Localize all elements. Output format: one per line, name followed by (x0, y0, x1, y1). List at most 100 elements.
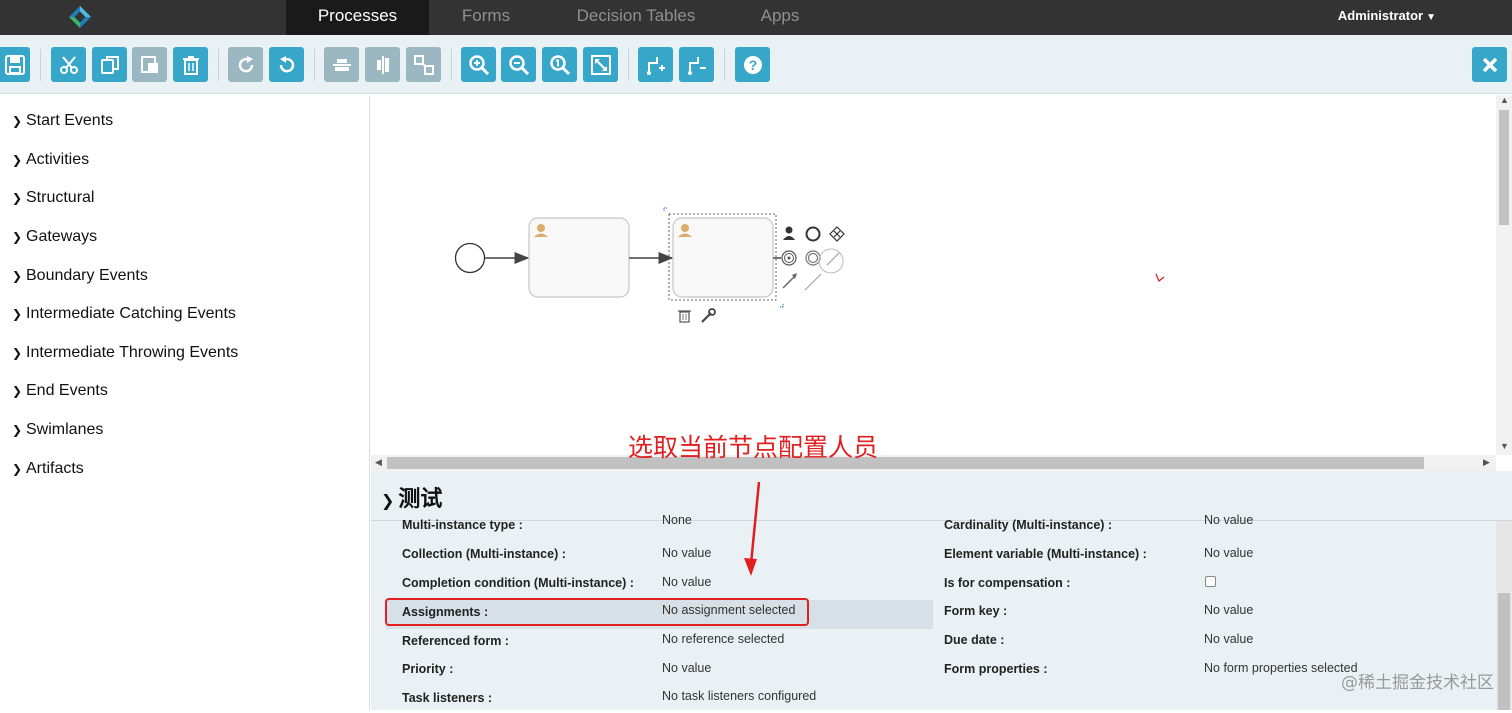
palette-group-boundary-events[interactable]: ❯ Boundary Events (12, 266, 148, 286)
scroll-down-icon[interactable]: ▼ (1500, 441, 1509, 451)
zoom-actual-button[interactable] (542, 47, 577, 82)
palette-group-activities[interactable]: ❯ Activities (12, 150, 89, 170)
property-value[interactable]: No value (1204, 513, 1253, 527)
redo-button[interactable] (228, 47, 263, 82)
close-editor-button[interactable] (1472, 47, 1507, 82)
quickmenu-association-icon[interactable] (804, 273, 822, 291)
annotation-arrow (744, 481, 761, 576)
resize-handle[interactable] (663, 207, 667, 211)
help-icon: ? (743, 55, 762, 74)
undo-button[interactable] (269, 47, 304, 82)
property-value[interactable]: No value (662, 546, 711, 560)
svg-text:?: ? (748, 57, 757, 73)
palette-group-start-events[interactable]: ❯ Start Events (12, 111, 113, 131)
property-value[interactable]: No reference selected (662, 632, 784, 646)
user-menu[interactable]: Administrator ▼ (1338, 0, 1436, 32)
align-horizontal-button[interactable] (324, 47, 359, 82)
remove-bendpoint-button[interactable] (679, 47, 714, 82)
resize-handle[interactable] (780, 304, 784, 308)
scroll-right-icon[interactable]: ▶ (1483, 457, 1490, 468)
property-value[interactable]: No value (1204, 546, 1253, 560)
save-button[interactable] (0, 47, 30, 82)
properties-title: ❯ 测试 (381, 481, 442, 513)
palette-group-artifacts[interactable]: ❯ Artifacts (12, 459, 84, 479)
scroll-left-icon[interactable]: ◀ (375, 457, 382, 468)
palette-group-structural[interactable]: ❯ Structural (12, 188, 94, 208)
canvas-horizontal-scrollbar[interactable]: ◀ ▶ (371, 455, 1496, 471)
delete-icon (182, 55, 199, 75)
canvas-vertical-scrollbar[interactable]: ▲ ▼ (1496, 95, 1512, 455)
property-value[interactable]: No value (662, 661, 711, 675)
property-label: Referenced form : (402, 634, 509, 648)
start-event[interactable] (454, 242, 486, 274)
add-bendpoint-button[interactable] (638, 47, 673, 82)
copy-button[interactable] (92, 47, 127, 82)
quickmenu-user-task-icon[interactable] (783, 226, 795, 241)
scrollbar-thumb[interactable] (1499, 110, 1509, 225)
delete-button[interactable] (173, 47, 208, 82)
redo-icon (238, 55, 253, 72)
quickmenu-annotation-icon[interactable] (818, 248, 844, 274)
quickmenu-boundary-event-icon[interactable] (805, 250, 821, 266)
property-value[interactable]: None (662, 513, 692, 527)
palette-group-end-events[interactable]: ❯ End Events (12, 381, 108, 401)
chevron-right-icon: ❯ (12, 269, 23, 283)
shape-palette: ❯ Start Events ❯ Activities ❯ Structural ❯ G… (0, 95, 370, 710)
undo-icon (279, 55, 294, 72)
zoom-in-icon (468, 54, 489, 75)
zoom-out-button[interactable] (501, 47, 536, 82)
paste-button[interactable] (132, 47, 167, 82)
same-size-button[interactable] (406, 47, 441, 82)
delete-shape-icon[interactable] (678, 310, 691, 323)
chevron-right-icon: ❯ (12, 462, 23, 476)
chevron-right-icon: ❯ (12, 114, 23, 128)
zoom-fit-button[interactable] (583, 47, 618, 82)
palette-group-intermediate-throwing-events[interactable]: ❯ Intermediate Throwing Events (12, 343, 238, 363)
toolbar-divider (724, 49, 725, 81)
palette-label: Intermediate Throwing Events (26, 344, 239, 361)
tab-forms[interactable]: Forms (440, 0, 532, 35)
quickmenu-end-event-icon[interactable] (805, 226, 821, 242)
properties-header[interactable]: ❯ 测试 (371, 471, 1512, 521)
chevron-right-icon: ❯ (12, 384, 23, 398)
properties-scrollbar[interactable] (1496, 521, 1512, 710)
scrollbar-thumb[interactable] (387, 457, 1424, 469)
tab-decision-tables[interactable]: Decision Tables (568, 0, 704, 35)
tab-apps[interactable]: Apps (748, 0, 812, 35)
zoom-out-icon (508, 54, 529, 75)
zoom-in-button[interactable] (461, 47, 496, 82)
diagram-canvas[interactable] (371, 95, 1496, 455)
help-button[interactable]: ? (735, 47, 770, 82)
property-value[interactable]: No value (1204, 603, 1253, 617)
compensation-checkbox[interactable] (1205, 576, 1216, 587)
scrollbar-thumb[interactable] (1498, 593, 1510, 710)
chevron-right-icon: ❯ (12, 423, 23, 437)
property-value[interactable]: No value (1204, 632, 1253, 646)
align-vertical-button[interactable] (365, 47, 400, 82)
property-label: Multi-instance type : (402, 518, 523, 532)
quickmenu-gateway-icon[interactable] (829, 226, 845, 242)
wrench-icon[interactable] (701, 308, 716, 323)
app-logo-icon[interactable] (68, 5, 92, 29)
palette-group-gateways[interactable]: ❯ Gateways (12, 227, 97, 247)
property-label: Task listeners : (402, 691, 493, 705)
chevron-down-icon: ❯ (381, 491, 395, 510)
property-value[interactable]: No value (662, 575, 711, 589)
quickmenu-intermediate-event-icon[interactable] (781, 250, 797, 266)
palette-group-swimlanes[interactable]: ❯ Swimlanes (12, 420, 103, 440)
property-value[interactable]: No form properties selected (1204, 661, 1358, 675)
palette-label: Swimlanes (26, 421, 104, 438)
cut-button[interactable] (51, 47, 86, 82)
toolbar-divider (628, 49, 629, 81)
property-label: Form properties : (944, 662, 1048, 676)
palette-group-intermediate-catching-events[interactable]: ❯ Intermediate Catching Events (12, 304, 236, 324)
chevron-right-icon: ❯ (12, 191, 23, 205)
cut-icon (59, 55, 78, 74)
palette-label: Boundary Events (26, 267, 148, 284)
tab-processes[interactable]: Processes (286, 0, 429, 35)
quickmenu-connect-icon[interactable] (782, 273, 797, 289)
property-label: Due date : (944, 633, 1005, 647)
palette-label: Structural (26, 189, 95, 206)
property-value[interactable]: No task listeners configured (662, 689, 816, 703)
scroll-up-icon[interactable]: ▲ (1500, 95, 1509, 105)
